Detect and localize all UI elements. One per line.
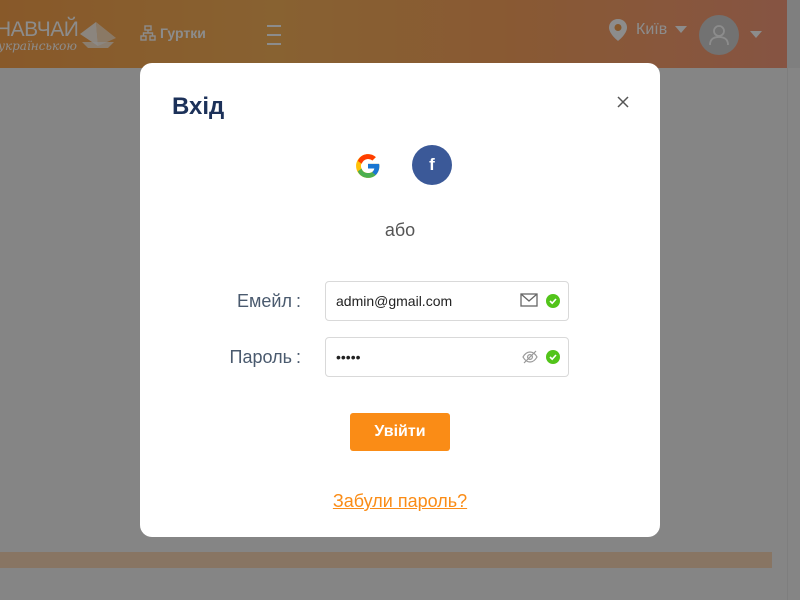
password-label: Пароль: — [229, 347, 301, 367]
login-button[interactable]: Увійти — [350, 413, 450, 451]
password-input[interactable] — [336, 338, 516, 376]
password-field[interactable] — [325, 337, 569, 377]
mail-icon — [520, 293, 538, 307]
check-circle-icon — [546, 350, 560, 364]
check-circle-icon — [546, 294, 560, 308]
forgot-password-link[interactable]: Забули пароль? — [140, 491, 660, 512]
login-modal: Вхід f або Емейл: Пароль: — [140, 63, 660, 537]
email-row: Емейл: — [140, 281, 660, 321]
close-icon[interactable] — [614, 93, 632, 111]
facebook-icon: f — [429, 155, 435, 174]
email-label: Емейл: — [237, 291, 301, 311]
eye-off-icon[interactable] — [522, 350, 538, 364]
facebook-login-button[interactable]: f — [412, 145, 452, 185]
google-login-button[interactable] — [348, 146, 388, 186]
email-field[interactable] — [325, 281, 569, 321]
modal-title: Вхід — [172, 93, 225, 120]
password-row: Пароль: — [140, 337, 660, 377]
email-input[interactable] — [336, 282, 516, 320]
google-icon — [356, 154, 380, 178]
or-divider-text: або — [384, 220, 416, 240]
